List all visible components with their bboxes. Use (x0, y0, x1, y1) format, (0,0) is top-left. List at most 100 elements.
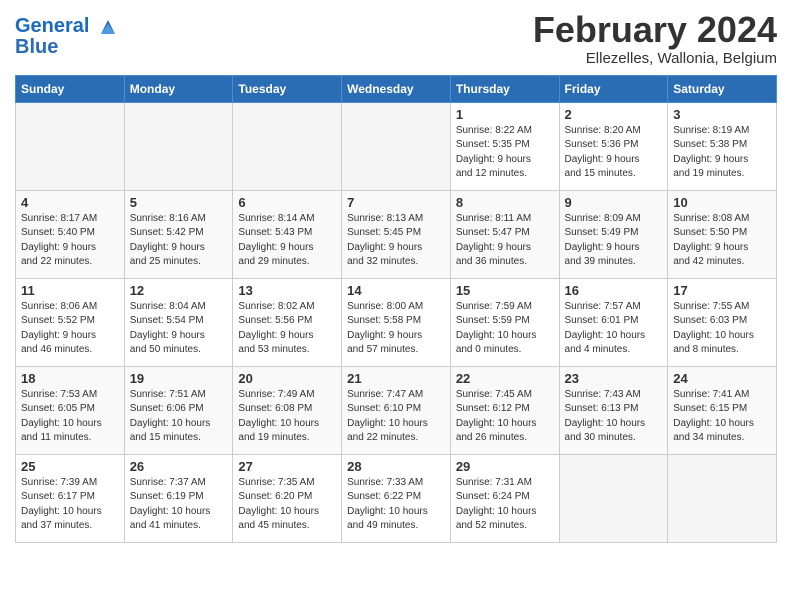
calendar-cell: 26 Sunrise: 7:37 AM Sunset: 6:19 PM Dayli… (124, 454, 233, 542)
day-number: 17 (673, 283, 771, 298)
day-info: Sunrise: 8:22 AM Sunset: 5:35 PM Dayligh… (456, 124, 554, 182)
day-info: Sunrise: 8:08 AM Sunset: 5:50 PM Dayligh… (673, 212, 771, 270)
day-info: Sunrise: 7:51 AM Sunset: 6:06 PM Dayligh… (130, 388, 228, 446)
day-number: 18 (21, 371, 119, 386)
day-info: Sunrise: 8:19 AM Sunset: 5:38 PM Dayligh… (673, 124, 771, 182)
calendar-cell: 23 Sunrise: 7:43 AM Sunset: 6:13 PM Dayli… (559, 366, 668, 454)
calendar-cell: 22 Sunrise: 7:45 AM Sunset: 6:12 PM Dayli… (450, 366, 559, 454)
day-number: 23 (565, 371, 663, 386)
calendar-cell: 27 Sunrise: 7:35 AM Sunset: 6:20 PM Dayli… (233, 454, 342, 542)
logo-icon (97, 16, 119, 38)
day-header-saturday: Saturday (668, 75, 777, 102)
day-number: 13 (238, 283, 336, 298)
day-info: Sunrise: 8:02 AM Sunset: 5:56 PM Dayligh… (238, 300, 336, 358)
calendar-cell: 15Sunrise: 7:59 AM Sunset: 5:59 PM Dayli… (450, 278, 559, 366)
calendar-cell: 5Sunrise: 8:16 AM Sunset: 5:42 PM Daylig… (124, 190, 233, 278)
day-number: 27 (238, 459, 336, 474)
day-number: 28 (347, 459, 445, 474)
day-info: Sunrise: 7:33 AM Sunset: 6:22 PM Dayligh… (347, 476, 445, 534)
calendar-cell (16, 102, 125, 190)
day-number: 24 (673, 371, 771, 386)
calendar-cell: 29 Sunrise: 7:31 AM Sunset: 6:24 PM Dayli… (450, 454, 559, 542)
day-info: Sunrise: 7:53 AM Sunset: 6:05 PM Dayligh… (21, 388, 119, 446)
day-number: 11 (21, 283, 119, 298)
day-number: 14 (347, 283, 445, 298)
day-info: Sunrise: 7:59 AM Sunset: 5:59 PM Dayligh… (456, 300, 554, 358)
week-row-5: 25Sunrise: 7:39 AM Sunset: 6:17 PM Dayli… (16, 454, 777, 542)
calendar-cell: 20 Sunrise: 7:49 AM Sunset: 6:08 PM Dayli… (233, 366, 342, 454)
calendar-cell: 6 Sunrise: 8:14 AM Sunset: 5:43 PM Daylig… (233, 190, 342, 278)
calendar-cell: 10 Sunrise: 8:08 AM Sunset: 5:50 PM Dayli… (668, 190, 777, 278)
calendar-cell: 8 Sunrise: 8:11 AM Sunset: 5:47 PM Daylig… (450, 190, 559, 278)
day-info: Sunrise: 7:49 AM Sunset: 6:08 PM Dayligh… (238, 388, 336, 446)
day-number: 12 (130, 283, 228, 298)
calendar-cell: 13 Sunrise: 8:02 AM Sunset: 5:56 PM Dayli… (233, 278, 342, 366)
location-subtitle: Ellezelles, Wallonia, Belgium (533, 50, 777, 67)
logo: General Blue (15, 15, 121, 58)
calendar-cell (342, 102, 451, 190)
calendar-cell: 14 Sunrise: 8:00 AM Sunset: 5:58 PM Dayli… (342, 278, 451, 366)
day-info: Sunrise: 7:41 AM Sunset: 6:15 PM Dayligh… (673, 388, 771, 446)
day-info: Sunrise: 8:09 AM Sunset: 5:49 PM Dayligh… (565, 212, 663, 270)
day-info: Sunrise: 7:31 AM Sunset: 6:24 PM Dayligh… (456, 476, 554, 534)
week-row-1: 1 Sunrise: 8:22 AM Sunset: 5:35 PM Daylig… (16, 102, 777, 190)
day-header-tuesday: Tuesday (233, 75, 342, 102)
day-info: Sunrise: 8:06 AM Sunset: 5:52 PM Dayligh… (21, 300, 119, 358)
day-number: 20 (238, 371, 336, 386)
day-info: Sunrise: 8:17 AM Sunset: 5:40 PM Dayligh… (21, 212, 119, 270)
calendar-cell: 28 Sunrise: 7:33 AM Sunset: 6:22 PM Dayli… (342, 454, 451, 542)
day-number: 29 (456, 459, 554, 474)
calendar-cell (668, 454, 777, 542)
day-info: Sunrise: 7:43 AM Sunset: 6:13 PM Dayligh… (565, 388, 663, 446)
day-number: 2 (565, 107, 663, 122)
week-row-3: 11 Sunrise: 8:06 AM Sunset: 5:52 PM Dayli… (16, 278, 777, 366)
day-header-wednesday: Wednesday (342, 75, 451, 102)
day-header-friday: Friday (559, 75, 668, 102)
week-row-4: 18 Sunrise: 7:53 AM Sunset: 6:05 PM Dayli… (16, 366, 777, 454)
calendar-table: SundayMondayTuesdayWednesdayThursdayFrid… (15, 75, 777, 543)
week-row-2: 4 Sunrise: 8:17 AM Sunset: 5:40 PM Daylig… (16, 190, 777, 278)
header: General Blue February 2024 Ellezelles, W… (15, 10, 777, 67)
day-info: Sunrise: 7:47 AM Sunset: 6:10 PM Dayligh… (347, 388, 445, 446)
calendar-cell (233, 102, 342, 190)
day-info: Sunrise: 7:55 AM Sunset: 6:03 PM Dayligh… (673, 300, 771, 358)
day-info: Sunrise: 8:20 AM Sunset: 5:36 PM Dayligh… (565, 124, 663, 182)
day-info: Sunrise: 8:11 AM Sunset: 5:47 PM Dayligh… (456, 212, 554, 270)
calendar-cell (124, 102, 233, 190)
month-year-title: February 2024 (533, 10, 777, 50)
day-number: 4 (21, 195, 119, 210)
day-number: 1 (456, 107, 554, 122)
day-info: Sunrise: 7:57 AM Sunset: 6:01 PM Dayligh… (565, 300, 663, 358)
calendar-cell: 18 Sunrise: 7:53 AM Sunset: 6:05 PM Dayli… (16, 366, 125, 454)
calendar-cell: 2 Sunrise: 8:20 AM Sunset: 5:36 PM Daylig… (559, 102, 668, 190)
calendar-cell: 12 Sunrise: 8:04 AM Sunset: 5:54 PM Dayli… (124, 278, 233, 366)
day-number: 19 (130, 371, 228, 386)
day-number: 8 (456, 195, 554, 210)
day-info: Sunrise: 8:04 AM Sunset: 5:54 PM Dayligh… (130, 300, 228, 358)
day-number: 22 (456, 371, 554, 386)
day-number: 26 (130, 459, 228, 474)
day-info: Sunrise: 7:45 AM Sunset: 6:12 PM Dayligh… (456, 388, 554, 446)
calendar-cell: 3Sunrise: 8:19 AM Sunset: 5:38 PM Daylig… (668, 102, 777, 190)
calendar-cell: 17 Sunrise: 7:55 AM Sunset: 6:03 PM Dayli… (668, 278, 777, 366)
day-info: Sunrise: 8:13 AM Sunset: 5:45 PM Dayligh… (347, 212, 445, 270)
day-number: 21 (347, 371, 445, 386)
calendar-cell: 19 Sunrise: 7:51 AM Sunset: 6:06 PM Dayli… (124, 366, 233, 454)
calendar-cell: 16 Sunrise: 7:57 AM Sunset: 6:01 PM Dayli… (559, 278, 668, 366)
calendar-cell: 25Sunrise: 7:39 AM Sunset: 6:17 PM Dayli… (16, 454, 125, 542)
day-info: Sunrise: 7:37 AM Sunset: 6:19 PM Dayligh… (130, 476, 228, 534)
calendar-cell: 9Sunrise: 8:09 AM Sunset: 5:49 PM Daylig… (559, 190, 668, 278)
day-number: 10 (673, 195, 771, 210)
day-number: 7 (347, 195, 445, 210)
logo-text: General (15, 15, 121, 38)
day-number: 6 (238, 195, 336, 210)
day-header-thursday: Thursday (450, 75, 559, 102)
calendar-cell: 4 Sunrise: 8:17 AM Sunset: 5:40 PM Daylig… (16, 190, 125, 278)
day-info: Sunrise: 8:00 AM Sunset: 5:58 PM Dayligh… (347, 300, 445, 358)
day-info: Sunrise: 8:14 AM Sunset: 5:43 PM Dayligh… (238, 212, 336, 270)
calendar-cell: 21 Sunrise: 7:47 AM Sunset: 6:10 PM Dayli… (342, 366, 451, 454)
day-info: Sunrise: 7:39 AM Sunset: 6:17 PM Dayligh… (21, 476, 119, 534)
logo-blue: Blue (15, 36, 121, 58)
day-number: 16 (565, 283, 663, 298)
day-info: Sunrise: 7:35 AM Sunset: 6:20 PM Dayligh… (238, 476, 336, 534)
